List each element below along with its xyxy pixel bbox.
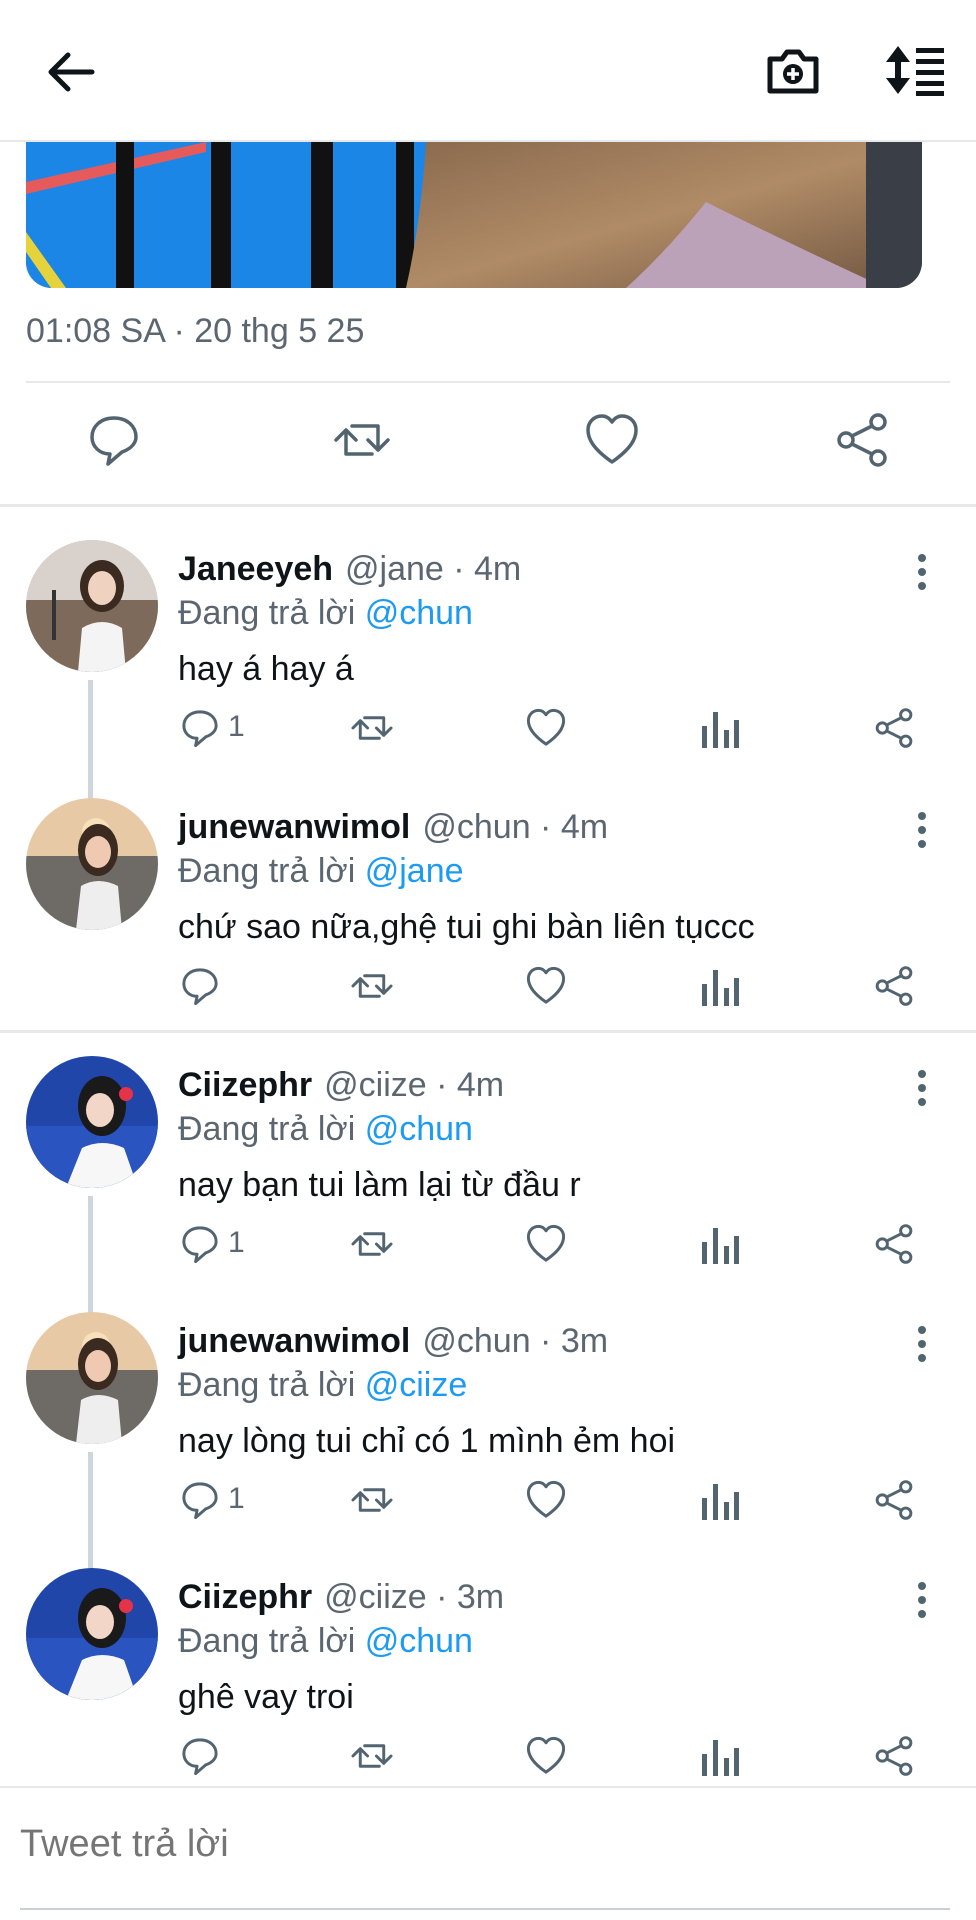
top-bar bbox=[0, 0, 976, 142]
reply-icon[interactable] bbox=[178, 1478, 222, 1522]
reply-composer bbox=[0, 1786, 976, 1920]
mention-link[interactable]: @chun bbox=[365, 594, 473, 632]
avatar[interactable] bbox=[26, 1568, 158, 1700]
reply-count: 1 bbox=[228, 1226, 245, 1259]
reply-text: nay bạn tui làm lại từ đầu r bbox=[178, 1166, 581, 1204]
tweet-media-image[interactable] bbox=[26, 142, 922, 288]
more-options-icon[interactable] bbox=[910, 552, 934, 592]
reply-text: nay lòng tui chỉ có 1 mình ẻm hoi bbox=[178, 1422, 676, 1460]
input-underline bbox=[20, 1908, 950, 1910]
mention-link[interactable]: @jane bbox=[365, 852, 464, 890]
views-icon[interactable] bbox=[700, 964, 740, 1008]
reply-meta: @chun · 4m bbox=[422, 808, 609, 846]
reply-author-name[interactable]: junewanwimol bbox=[178, 1322, 410, 1360]
reply-item[interactable]: junewanwimol @chun · 4m Đang trả lời @jan… bbox=[0, 798, 976, 1054]
views-icon[interactable] bbox=[700, 1478, 740, 1522]
replying-to-label: Đang trả lời bbox=[178, 852, 356, 890]
section-divider bbox=[0, 504, 976, 507]
share-icon[interactable] bbox=[872, 1222, 916, 1266]
reply-item[interactable]: Janeeyeh @jane · 4m Đang trả lời @chun ha… bbox=[0, 540, 976, 800]
replying-to-label: Đang trả lời bbox=[178, 1366, 356, 1404]
views-icon[interactable] bbox=[700, 706, 740, 750]
tweet-timestamp: 01:08 SA · 20 thg 5 25 bbox=[26, 312, 365, 350]
share-icon[interactable] bbox=[872, 706, 916, 750]
reply-text: chứ sao nữa,ghệ tui ghi bàn liên tụccc bbox=[178, 908, 755, 946]
reply-count: 1 bbox=[228, 1482, 245, 1515]
share-icon[interactable] bbox=[832, 410, 892, 470]
mention-link[interactable]: @ciize bbox=[365, 1366, 468, 1404]
reply-action-bar: 1 bbox=[0, 1478, 976, 1528]
reply-action-bar bbox=[0, 964, 976, 1014]
reply-meta: @ciize · 4m bbox=[324, 1066, 505, 1104]
avatar[interactable] bbox=[26, 798, 158, 930]
reply-input[interactable] bbox=[20, 1814, 940, 1874]
more-options-icon[interactable] bbox=[910, 1324, 934, 1364]
reply-meta: @ciize · 3m bbox=[324, 1578, 505, 1616]
like-icon[interactable] bbox=[524, 964, 568, 1008]
reply-text: ghê vay troi bbox=[178, 1678, 354, 1716]
reply-action-bar: 1 bbox=[0, 1222, 976, 1272]
reply-action-bar: 1 bbox=[0, 706, 976, 756]
replying-to-label: Đang trả lời bbox=[178, 1110, 356, 1148]
reply-item[interactable]: junewanwimol @chun · 3m Đang trả lời @cii… bbox=[0, 1312, 976, 1572]
retweet-icon[interactable] bbox=[350, 1734, 394, 1778]
reply-icon[interactable] bbox=[84, 410, 144, 470]
reply-author-name[interactable]: Ciizephr bbox=[178, 1066, 312, 1104]
reply-icon[interactable] bbox=[178, 1734, 222, 1778]
retweet-icon[interactable] bbox=[350, 964, 394, 1008]
views-icon[interactable] bbox=[700, 1222, 740, 1266]
avatar[interactable] bbox=[26, 540, 158, 672]
views-icon[interactable] bbox=[700, 1734, 740, 1778]
reply-meta: @jane · 4m bbox=[345, 550, 522, 588]
sort-replies-icon[interactable] bbox=[884, 44, 946, 96]
replying-to-label: Đang trả lời bbox=[178, 594, 356, 632]
more-options-icon[interactable] bbox=[910, 1068, 934, 1108]
reply-count: 1 bbox=[228, 710, 245, 743]
reply-icon[interactable] bbox=[178, 964, 222, 1008]
share-icon[interactable] bbox=[872, 1734, 916, 1778]
reply-item[interactable]: Ciizephr @ciize · 4m Đang trả lời @chun n… bbox=[0, 1056, 976, 1316]
reply-icon[interactable] bbox=[178, 706, 222, 750]
more-options-icon[interactable] bbox=[910, 810, 934, 850]
mention-link[interactable]: @chun bbox=[365, 1622, 473, 1660]
retweet-icon[interactable] bbox=[350, 1222, 394, 1266]
like-icon[interactable] bbox=[524, 1222, 568, 1266]
tweet-action-bar bbox=[0, 410, 976, 480]
reply-author-name[interactable]: junewanwimol bbox=[178, 808, 410, 846]
more-options-icon[interactable] bbox=[910, 1580, 934, 1620]
retweet-icon[interactable] bbox=[332, 410, 392, 470]
share-icon[interactable] bbox=[872, 1478, 916, 1522]
avatar[interactable] bbox=[26, 1056, 158, 1188]
section-divider bbox=[0, 1030, 976, 1033]
camera-plus-icon[interactable] bbox=[764, 42, 822, 100]
like-icon[interactable] bbox=[524, 706, 568, 750]
retweet-icon[interactable] bbox=[350, 1478, 394, 1522]
divider bbox=[26, 381, 950, 383]
reply-author-name[interactable]: Ciizephr bbox=[178, 1578, 312, 1616]
replying-to-label: Đang trả lời bbox=[178, 1622, 356, 1660]
mention-link[interactable]: @chun bbox=[365, 1110, 473, 1148]
like-icon[interactable] bbox=[582, 410, 642, 470]
avatar[interactable] bbox=[26, 1312, 158, 1444]
reply-action-bar bbox=[0, 1734, 976, 1784]
arrow-left-icon[interactable] bbox=[44, 46, 96, 98]
share-icon[interactable] bbox=[872, 964, 916, 1008]
reply-icon[interactable] bbox=[178, 1222, 222, 1266]
reply-meta: @chun · 3m bbox=[422, 1322, 609, 1360]
like-icon[interactable] bbox=[524, 1734, 568, 1778]
reply-text: hay á hay á bbox=[178, 650, 354, 688]
like-icon[interactable] bbox=[524, 1478, 568, 1522]
reply-author-name[interactable]: Janeeyeh bbox=[178, 550, 333, 588]
retweet-icon[interactable] bbox=[350, 706, 394, 750]
